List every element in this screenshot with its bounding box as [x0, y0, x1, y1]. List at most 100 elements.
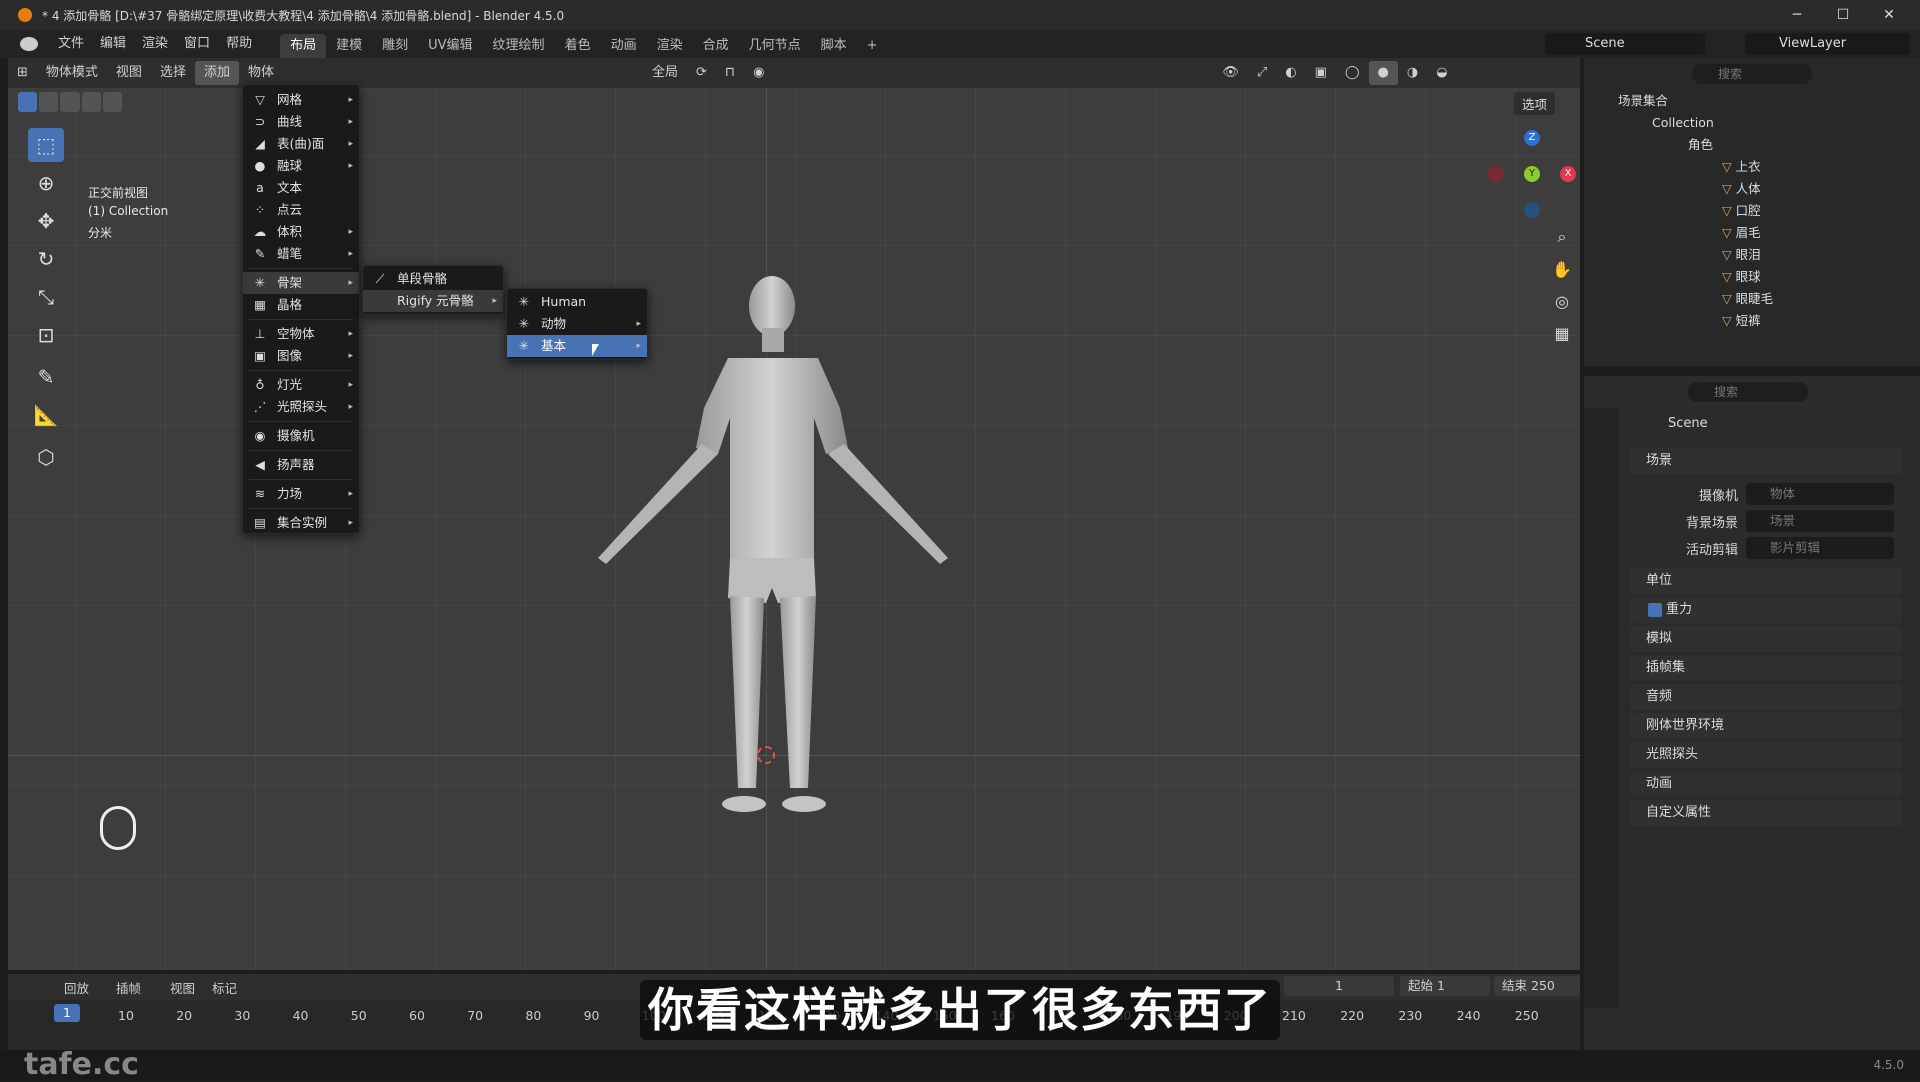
rigify-human-item[interactable]: ✳ Human — [507, 291, 647, 313]
tab-layout[interactable]: 布局 — [280, 34, 327, 58]
panel-light-probes[interactable]: 光照探头 — [1630, 742, 1902, 768]
snap-icon[interactable]: ⊓ — [716, 61, 744, 85]
measure-tool-icon[interactable]: 📐 — [28, 398, 64, 432]
viewlayer-selector[interactable]: ViewLayer — [1745, 33, 1910, 55]
menu-file[interactable]: 文件 — [50, 30, 92, 58]
transform-orientation[interactable]: 全局 — [643, 61, 687, 85]
tab-shading[interactable]: 着色 — [555, 34, 601, 58]
add-armature[interactable]: ✳ 骨架 ▸ — [243, 272, 359, 294]
bg-scene-field[interactable]: 场景 — [1746, 510, 1894, 532]
3d-cursor-icon[interactable] — [757, 746, 775, 764]
visibility-icon[interactable]: 👁 — [1213, 61, 1248, 85]
panel-units[interactable]: 单位 — [1630, 568, 1902, 594]
pivot-icon[interactable]: ⟳ — [687, 61, 716, 85]
minimize-button[interactable]: ─ — [1774, 0, 1820, 30]
transform-tool-icon[interactable]: ⊡ — [28, 318, 64, 352]
menu-keying[interactable]: 插帧 — [116, 978, 141, 997]
shading-material-icon[interactable]: ◑ — [1398, 61, 1427, 85]
outliner-item[interactable]: ▽ 人体 — [1584, 178, 1920, 200]
playhead[interactable]: 1 — [54, 1004, 80, 1022]
shading-render-icon[interactable]: ◒ — [1427, 61, 1456, 85]
navigation-gizmo[interactable]: Z Y X — [1488, 130, 1578, 220]
ortho-toggle-icon[interactable]: ▦ — [1544, 316, 1580, 350]
select-new-icon[interactable] — [18, 92, 38, 112]
menu-timeline-view[interactable]: 视图 — [170, 978, 195, 997]
proportional-icon[interactable]: ◉ — [744, 61, 773, 85]
panel-rigid-body-world[interactable]: 刚体世界环境 — [1630, 713, 1902, 739]
scale-tool-icon[interactable]: ⤡ — [28, 280, 64, 314]
collection-row[interactable]: Collection — [1584, 112, 1920, 134]
select-subtract-icon[interactable] — [60, 92, 80, 112]
maximize-button[interactable]: ☐ — [1820, 0, 1866, 30]
add-light-probe[interactable]: ⋰ 光照探头 ▸ — [243, 396, 359, 418]
blender-menu-icon[interactable] — [20, 37, 38, 51]
add-grease-pencil[interactable]: ✎ 蜡笔 ▸ — [243, 243, 359, 265]
outliner-item[interactable]: ▽ 眼泪 — [1584, 244, 1920, 266]
gizmo-icon[interactable]: ⤢ — [1248, 61, 1276, 85]
xray-icon[interactable]: ▣ — [1306, 61, 1336, 85]
menu-add[interactable]: 添加 — [194, 61, 239, 85]
menu-help[interactable]: 帮助 — [218, 30, 260, 58]
menu-object[interactable]: 物体 — [239, 61, 283, 85]
add-speaker[interactable]: ◀ 扬声器 — [243, 454, 359, 476]
select-tool-icon[interactable]: ⬚ — [28, 128, 64, 162]
shading-wire-icon[interactable]: ◯ — [1336, 61, 1369, 85]
select-invert-icon[interactable] — [81, 92, 101, 112]
rigify-basic-item[interactable]: ✳ 基本 ▸ — [507, 335, 647, 357]
add-light[interactable]: ♁ 灯光 ▸ — [243, 374, 359, 396]
camera-view-icon[interactable]: ◎ — [1544, 284, 1580, 318]
shading-solid-icon[interactable]: ● — [1368, 61, 1398, 85]
outliner-item[interactable]: ▽ 眉毛 — [1584, 222, 1920, 244]
menu-edit[interactable]: 编辑 — [92, 30, 134, 58]
panel-simulation[interactable]: 模拟 — [1630, 626, 1902, 652]
tab-animation[interactable]: 动画 — [601, 34, 647, 58]
panel-custom-properties[interactable]: 自定义属性 — [1630, 800, 1902, 826]
panel-audio[interactable]: 音频 — [1630, 684, 1902, 710]
close-button[interactable]: ✕ — [1866, 0, 1912, 30]
add-empty[interactable]: ⊥ 空物体 ▸ — [243, 323, 359, 345]
cursor-tool-icon[interactable]: ⊕ — [28, 166, 64, 200]
active-clip-field[interactable]: 影片剪辑 — [1746, 537, 1894, 559]
properties-search[interactable]: 搜索 — [1688, 382, 1808, 402]
select-extend-icon[interactable] — [39, 92, 59, 112]
panel-keying-sets[interactable]: 插帧集 — [1630, 655, 1902, 681]
select-intersect-icon[interactable] — [102, 92, 123, 112]
add-image[interactable]: ▣ 图像 ▸ — [243, 345, 359, 367]
outliner-search[interactable]: 搜索 — [1692, 64, 1812, 84]
scene-collection-row[interactable]: 场景集合 — [1584, 90, 1920, 112]
menu-select[interactable]: 选择 — [151, 61, 195, 85]
add-cube-tool-icon[interactable]: ⬡ — [28, 440, 64, 474]
add-curve[interactable]: ⊃ 曲线 ▸ — [243, 111, 359, 133]
add-pointcloud[interactable]: ⁘ 点云 — [243, 199, 359, 221]
start-frame-field[interactable]: 起始 1 — [1400, 976, 1490, 996]
add-collection-instance[interactable]: ▤ 集合实例 ▸ — [243, 512, 359, 534]
gravity-checkbox[interactable] — [1648, 603, 1662, 617]
rigify-animals-item[interactable]: ✳ 动物 ▸ — [507, 313, 647, 335]
add-metaball[interactable]: ● 融球 ▸ — [243, 155, 359, 177]
outliner-item[interactable]: ▽ 短裤 — [1584, 310, 1920, 332]
add-mesh[interactable]: ▽ 网格 ▸ — [243, 89, 359, 111]
rotate-tool-icon[interactable]: ↻ — [28, 242, 64, 276]
zoom-icon[interactable]: ⌕ — [1544, 220, 1580, 254]
rigify-metarig-item[interactable]: Rigify 元骨骼 ▸ — [363, 290, 503, 312]
menu-window[interactable]: 窗口 — [176, 30, 218, 58]
add-workspace-button[interactable]: + — [857, 34, 888, 58]
add-surface[interactable]: ◢ 表(曲)面 ▸ — [243, 133, 359, 155]
move-tool-icon[interactable]: ✥ — [28, 204, 64, 238]
outliner-item[interactable]: ▽ 眼球 — [1584, 266, 1920, 288]
tab-rendering[interactable]: 渲染 — [647, 34, 693, 58]
tab-uv-editing[interactable]: UV编辑 — [418, 34, 482, 58]
single-bone-item[interactable]: ⟋ 单段骨骼 — [363, 268, 503, 290]
menu-marker[interactable]: 标记 — [212, 978, 237, 997]
add-volume[interactable]: ☁ 体积 ▸ — [243, 221, 359, 243]
menu-view[interactable]: 视图 — [107, 61, 151, 85]
pan-icon[interactable]: ✋ — [1544, 252, 1580, 286]
menu-render[interactable]: 渲染 — [134, 30, 176, 58]
add-force-field[interactable]: ≋ 力场 ▸ — [243, 483, 359, 505]
annotate-tool-icon[interactable]: ✎ — [28, 360, 64, 394]
end-frame-field[interactable]: 结束 250 — [1494, 976, 1580, 996]
mode-selector[interactable]: 物体模式 — [37, 61, 107, 85]
add-lattice[interactable]: ▦ 晶格 — [243, 294, 359, 316]
overlay-icon[interactable]: ◐ — [1276, 61, 1305, 85]
tab-compositing[interactable]: 合成 — [693, 34, 739, 58]
